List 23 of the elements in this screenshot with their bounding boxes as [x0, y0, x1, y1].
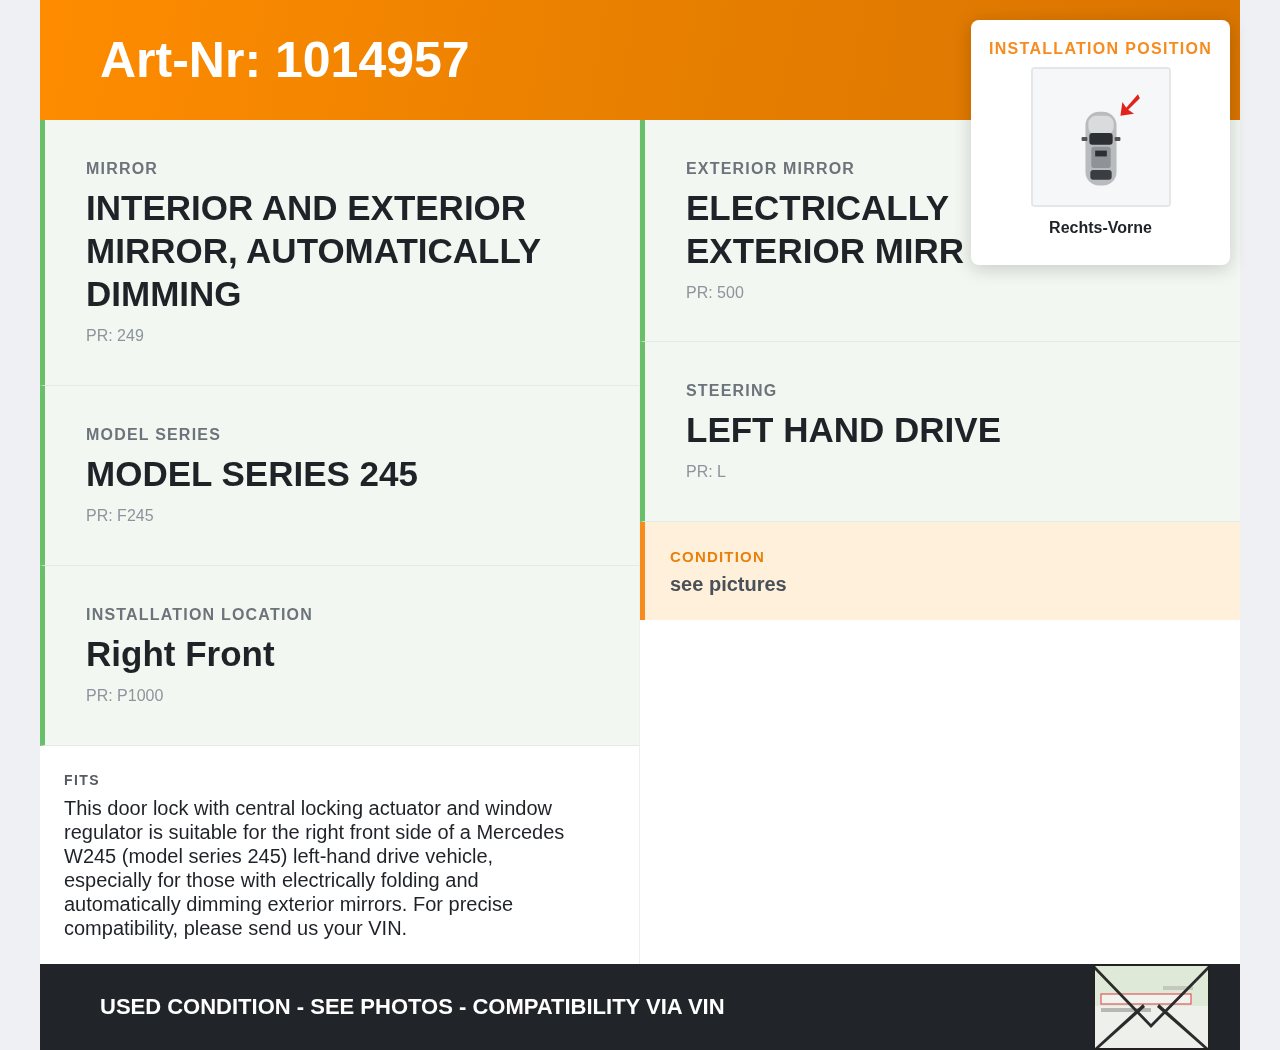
- card-title: INTERIOR AND EXTERIOR MIRROR, AUTOMATICALLY DIMMING: [86, 187, 541, 315]
- article-number: Art-Nr: 1014957: [100, 31, 470, 89]
- card-label: MIRROR: [86, 160, 160, 178]
- pr-code: PR: 500: [686, 284, 745, 302]
- card-label: EXTERIOR MIRROR: [686, 160, 857, 178]
- card-title: Right Front: [86, 633, 275, 675]
- fits-description: This door lock with central locking actuator and window regulator is suitable for the right front side of a Mercedes W245 (model series 245) left-hand drive vehicle, especially for those with electrically folding and automatically dimming exterior mirrors. For precise compatibility, please send us your VIN.: [64, 796, 566, 940]
- pr-code: PR: F245: [86, 507, 155, 525]
- pr-code: PR: 249: [86, 327, 145, 345]
- card-label: STEERING: [686, 382, 779, 400]
- card-title: MODEL SERIES 245: [86, 453, 418, 495]
- popup-title: INSTALLATION POSITION: [988, 40, 1213, 58]
- pr-code: PR: L: [686, 463, 727, 481]
- footer-text: USED CONDITION - SEE PHOTOS - COMPATIBILITY VIA VIN: [100, 994, 725, 1020]
- card-title: ELECTRICALLY EXTERIOR MIRR: [686, 187, 965, 272]
- fits-label: FITS: [64, 772, 101, 788]
- card-label: MODEL SERIES: [86, 426, 223, 444]
- condition-label: CONDITION: [670, 548, 766, 565]
- card-title: LEFT HAND DRIVE: [686, 409, 1001, 451]
- condition-value: see pictures: [670, 573, 788, 596]
- card-label: INSTALLATION LOCATION: [86, 606, 314, 624]
- pr-code: PR: P1000: [86, 687, 165, 705]
- position-caption: Rechts-Vorne: [1049, 219, 1152, 237]
